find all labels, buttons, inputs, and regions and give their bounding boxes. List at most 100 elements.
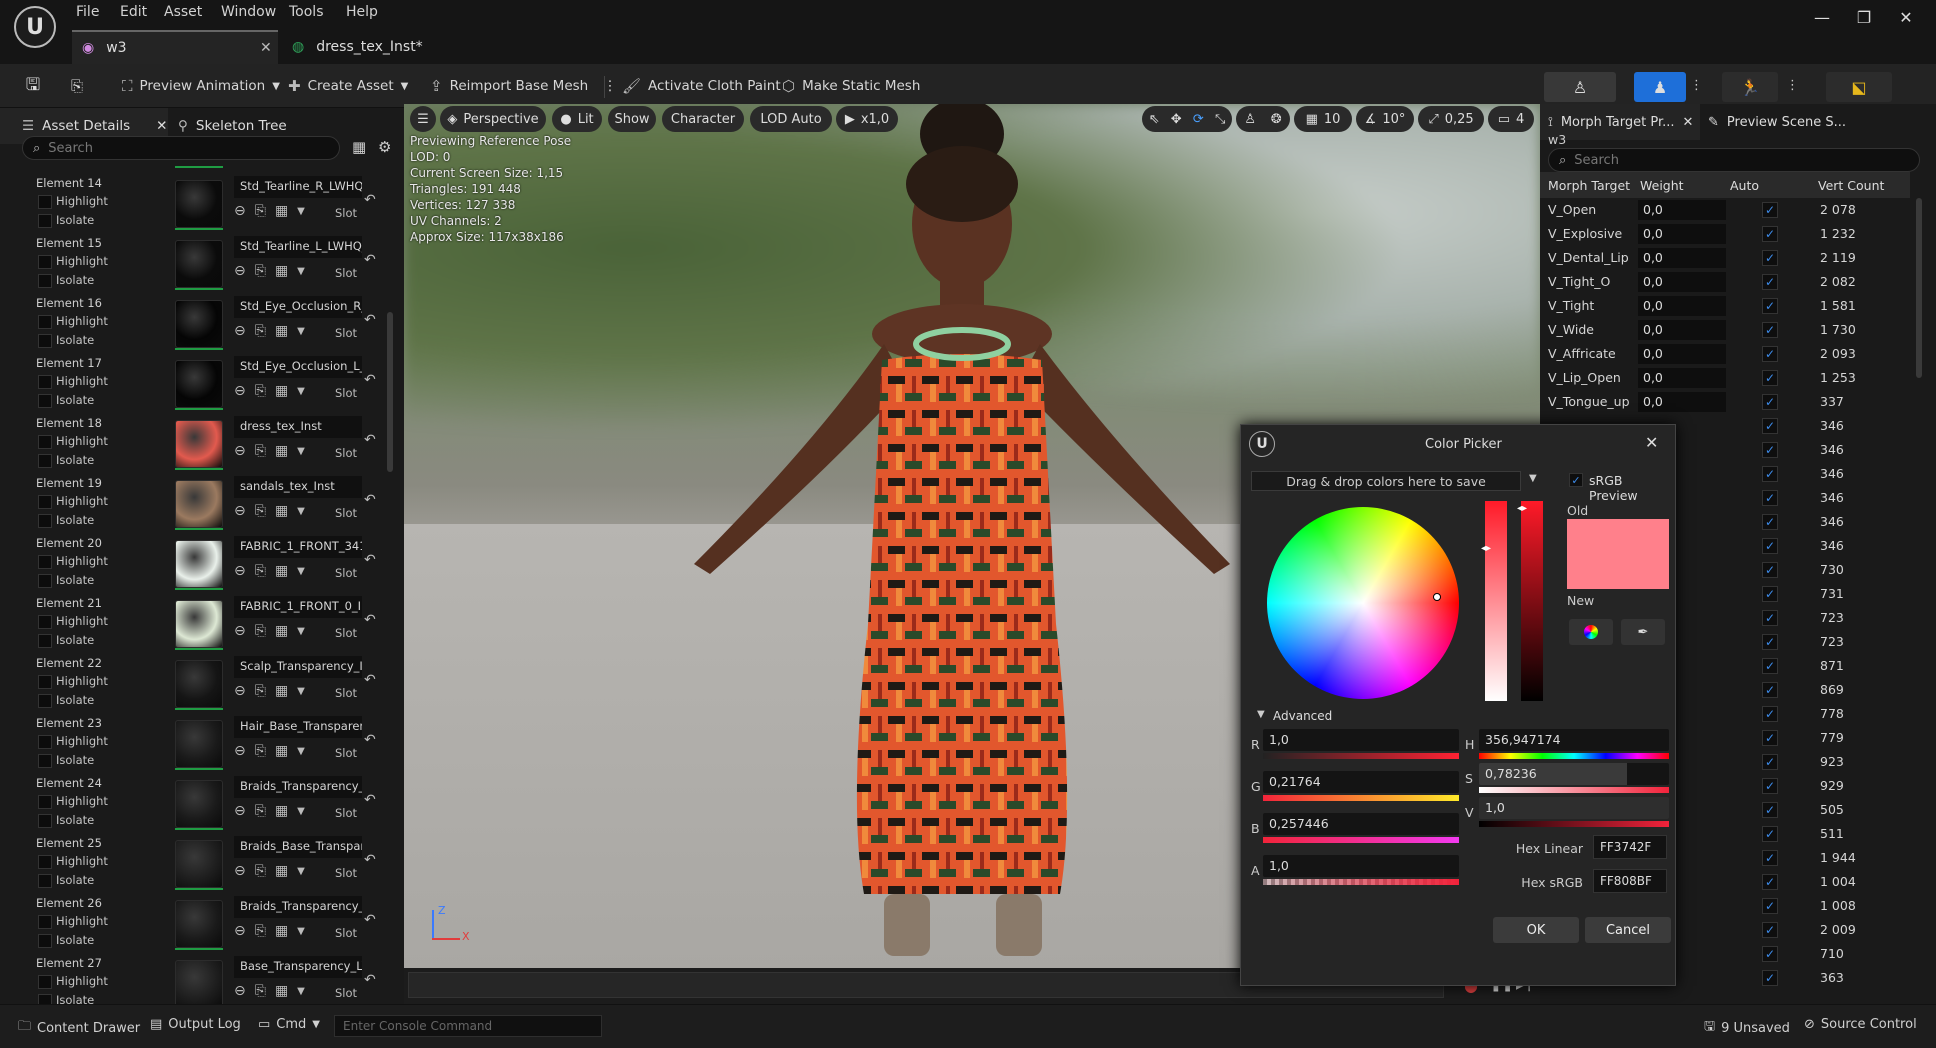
edit-material-icon[interactable]: ▦ — [275, 503, 288, 519]
reimport-base-mesh-button[interactable]: ⇪ Reimport Base Mesh ⋮ — [430, 72, 617, 100]
search-input[interactable]: ⌕ Search — [22, 136, 340, 160]
camera-speed-button[interactable]: ▭ 4 — [1488, 106, 1534, 132]
auto-checkbox[interactable]: ✓ — [1762, 490, 1778, 506]
use-selected-icon[interactable]: ⊖ — [234, 563, 246, 579]
reset-arrow-icon[interactable]: ↶ — [364, 792, 376, 808]
morph-search-input[interactable]: ⌕ Search — [1548, 148, 1920, 172]
lit-button[interactable]: ● Lit — [552, 106, 602, 132]
browse-icon[interactable]: ⎘ — [255, 383, 266, 399]
weight-input[interactable]: 0,0 — [1638, 272, 1726, 292]
edit-material-icon[interactable]: ▦ — [275, 803, 288, 819]
auto-checkbox[interactable]: ✓ — [1762, 466, 1778, 482]
material-thumbnail[interactable] — [175, 600, 223, 648]
auto-checkbox[interactable]: ✓ — [1762, 922, 1778, 938]
g-slider[interactable] — [1263, 795, 1459, 801]
material-thumbnail[interactable] — [175, 360, 223, 408]
menu-tools[interactable]: Tools — [289, 4, 324, 20]
perspective-button[interactable]: ◈ Perspective — [440, 106, 546, 132]
browse-icon[interactable]: ⎘ — [62, 72, 92, 100]
highlight-checkbox[interactable] — [38, 675, 52, 689]
color-wheel-handle[interactable] — [1433, 593, 1441, 601]
weight-input[interactable]: 0,0 — [1638, 248, 1726, 268]
material-thumbnail[interactable] — [175, 660, 223, 708]
close-icon[interactable]: ✕ — [1645, 433, 1658, 452]
show-button[interactable]: Show — [608, 106, 656, 132]
edit-material-icon[interactable]: ▦ — [275, 263, 288, 279]
surface-snap-icon[interactable]: ❂ — [1271, 112, 1282, 127]
auto-checkbox[interactable]: ✓ — [1762, 802, 1778, 818]
auto-checkbox[interactable]: ✓ — [1762, 202, 1778, 218]
chevron-down-icon[interactable]: ▼ — [1257, 709, 1265, 720]
auto-checkbox[interactable]: ✓ — [1762, 226, 1778, 242]
use-selected-icon[interactable]: ⊖ — [234, 623, 246, 639]
material-name-field[interactable]: FABRIC_1_FRONT_0_Ins — [234, 596, 362, 618]
auto-checkbox[interactable]: ✓ — [1762, 874, 1778, 890]
animation-mode-icon[interactable]: 🏃 — [1722, 72, 1778, 102]
use-selected-icon[interactable]: ⊖ — [234, 803, 246, 819]
reset-arrow-icon[interactable]: ↶ — [364, 312, 376, 328]
use-selected-icon[interactable]: ⊖ — [234, 743, 246, 759]
highlight-checkbox[interactable] — [38, 555, 52, 569]
edit-material-icon[interactable]: ▦ — [275, 923, 288, 939]
character-button[interactable]: Character — [662, 106, 744, 132]
rotate-icon[interactable]: ⟳ — [1193, 112, 1204, 127]
reset-arrow-icon[interactable]: ↶ — [364, 552, 376, 568]
g-input[interactable]: 0,21764 — [1263, 771, 1459, 793]
edit-material-icon[interactable]: ▦ — [275, 983, 288, 999]
morph-target-row[interactable]: V_Tight_O 0,0 ✓ 2 082 — [1540, 270, 1910, 294]
highlight-checkbox[interactable] — [38, 315, 52, 329]
weight-input[interactable]: 0,0 — [1638, 320, 1726, 340]
move-icon[interactable]: ✥ — [1171, 112, 1182, 127]
value-handle[interactable]: ◂▸ — [1517, 503, 1527, 514]
material-thumbnail[interactable] — [175, 180, 223, 228]
use-selected-icon[interactable]: ⊖ — [234, 863, 246, 879]
edit-material-icon[interactable]: ▦ — [275, 863, 288, 879]
browse-icon[interactable]: ⎘ — [255, 983, 266, 999]
morph-target-row[interactable]: V_Lip_Open 0,0 ✓ 1 253 — [1540, 366, 1910, 390]
highlight-checkbox[interactable] — [38, 855, 52, 869]
browse-icon[interactable]: ⎘ — [255, 623, 266, 639]
advanced-section-label[interactable]: Advanced — [1273, 709, 1332, 723]
auto-checkbox[interactable]: ✓ — [1762, 298, 1778, 314]
auto-checkbox[interactable]: ✓ — [1762, 274, 1778, 290]
rotation-snap-button[interactable]: ∡ 10° — [1356, 106, 1414, 132]
highlight-checkbox[interactable] — [38, 255, 52, 269]
edit-material-icon[interactable]: ▦ — [275, 563, 288, 579]
isolate-checkbox[interactable] — [38, 454, 52, 468]
browse-icon[interactable]: ⎘ — [255, 803, 266, 819]
isolate-checkbox[interactable] — [38, 514, 52, 528]
material-thumbnail[interactable] — [175, 420, 223, 468]
browse-icon[interactable]: ⎘ — [255, 563, 266, 579]
morph-target-row[interactable]: V_Open 0,0 ✓ 2 078 — [1540, 198, 1910, 222]
material-name-field[interactable]: Braids_Transparency_0 — [234, 896, 362, 918]
material-name-field[interactable]: Std_Eye_Occlusion_R_L — [234, 296, 362, 318]
weight-input[interactable]: 0,0 — [1638, 224, 1726, 244]
material-thumbnail[interactable] — [175, 960, 223, 1004]
b-slider[interactable] — [1263, 837, 1459, 843]
weight-input[interactable]: 0,0 — [1638, 392, 1726, 412]
menu-window[interactable]: Window — [221, 4, 276, 20]
material-thumbnail[interactable] — [175, 840, 223, 888]
unreal-logo-icon[interactable]: U — [14, 6, 56, 48]
col-vert-count[interactable]: Vert Count — [1818, 178, 1884, 193]
reset-arrow-icon[interactable]: ↶ — [364, 852, 376, 868]
reset-arrow-icon[interactable]: ↶ — [364, 372, 376, 388]
chevron-down-icon[interactable]: ▼ — [297, 926, 305, 937]
skeleton-mode-icon[interactable]: ♙ — [1544, 72, 1616, 102]
restore-icon[interactable]: ❐ — [1846, 4, 1882, 30]
value-slider[interactable] — [1521, 501, 1543, 701]
highlight-checkbox[interactable] — [38, 735, 52, 749]
scrollbar-thumb[interactable] — [387, 312, 393, 472]
edit-material-icon[interactable]: ▦ — [275, 683, 288, 699]
auto-checkbox[interactable]: ✓ — [1762, 706, 1778, 722]
chevron-down-icon[interactable]: ▼ — [297, 266, 305, 277]
tab-w3[interactable]: ◉ w3 ✕ — [72, 30, 278, 64]
r-input[interactable]: 1,0 — [1263, 729, 1459, 751]
use-selected-icon[interactable]: ⊖ — [234, 443, 246, 459]
use-selected-icon[interactable]: ⊖ — [234, 203, 246, 219]
menu-edit[interactable]: Edit — [120, 4, 147, 20]
blueprint-mode-icon[interactable]: ⬕ — [1826, 72, 1892, 102]
v-slider[interactable] — [1479, 821, 1669, 827]
material-name-field[interactable]: Braids_Transparency_L — [234, 776, 362, 798]
menu-file[interactable]: File — [76, 4, 99, 20]
